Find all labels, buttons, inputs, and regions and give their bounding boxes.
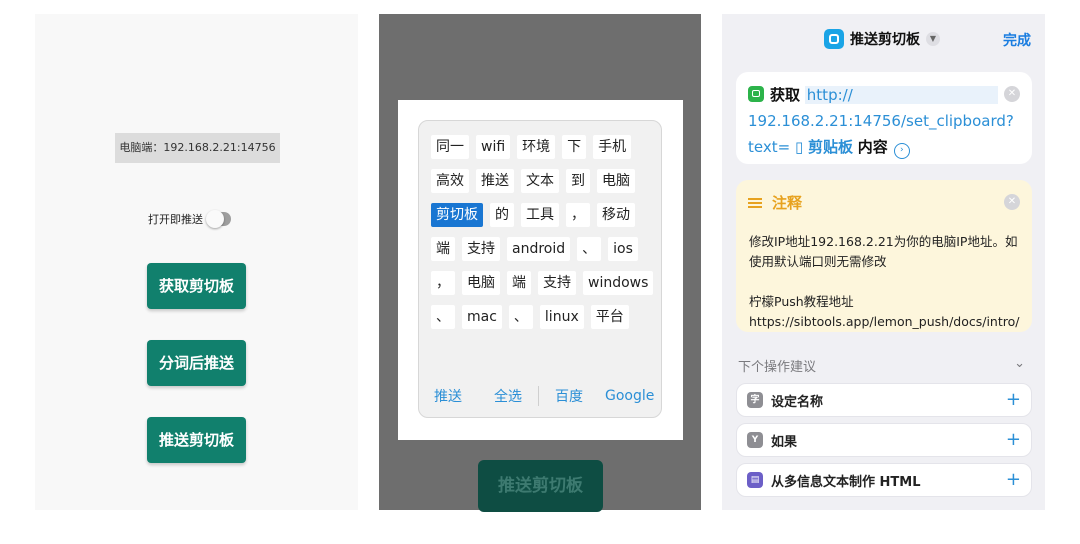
shortcut-title-menu[interactable]: 推送剪切板 ▼ xyxy=(824,28,940,50)
nav-bar: 推送剪切板 ▼ 完成 xyxy=(722,14,1045,62)
add-icon[interactable]: + xyxy=(1006,470,1021,490)
suggestion-label: 设定名称 xyxy=(771,394,824,410)
word-chip[interactable]: ios xyxy=(608,237,638,261)
add-icon[interactable]: + xyxy=(1006,430,1021,450)
comment-body[interactable]: 修改IP地址192.168.2.21为你的电脑IP地址。如使用默认端口则无需修改… xyxy=(749,232,1021,332)
word-chip[interactable]: 同一 xyxy=(431,135,469,159)
word-chip[interactable]: 工具 xyxy=(521,203,559,227)
word-chip[interactable]: wifi xyxy=(476,135,511,159)
baidu-search-action[interactable]: 百度 xyxy=(555,386,583,406)
segment-card: 同一 wifi 环境下手机 高效 推送 文本到电脑 剪切板的工具，移动端支持 android、… xyxy=(418,120,662,418)
push-clipboard-button[interactable]: 推送剪切板 xyxy=(147,417,246,463)
word-chip[interactable]: windows xyxy=(583,271,654,295)
segment-dialog-panel: 推送剪切板 同一 wifi 环境下手机 高效 推送 文本到电脑 剪切板的工具，移动端支持 an… xyxy=(379,14,701,512)
word-chip[interactable]: 下 xyxy=(562,135,587,159)
clipboard-variable-token[interactable]: ▯ 剪贴板 xyxy=(795,138,853,156)
clipboard-token-label: 剪贴板 xyxy=(808,138,854,156)
word-chip[interactable]: 环境 xyxy=(517,135,556,159)
google-search-action[interactable]: Google xyxy=(605,388,654,404)
push-on-open-row: 打开即推送 xyxy=(148,210,231,228)
url-part-3[interactable]: text= xyxy=(748,138,790,156)
word-chip[interactable]: 、 xyxy=(508,305,533,329)
chevron-down-icon: ▼ xyxy=(926,32,940,46)
segment-dialog: 同一 wifi 环境下手机 高效 推送 文本到电脑 剪切板的工具，移动端支持 android、… xyxy=(398,100,683,440)
get-verb: 获取 xyxy=(770,86,801,104)
word-chip[interactable]: 文本 xyxy=(521,169,559,193)
done-button[interactable]: 完成 xyxy=(1003,30,1031,50)
action-divider xyxy=(538,386,539,406)
word-chip[interactable]: 支持 xyxy=(462,237,500,261)
suggestion-label: 如果 xyxy=(771,434,798,450)
word-chip[interactable]: 、 xyxy=(577,237,602,261)
shortcut-editor-panel: 推送剪切板 ▼ 完成 获取 http:// 192.168.2.21:14756… xyxy=(722,14,1045,510)
segment-push-button[interactable]: 分词后推送 xyxy=(147,340,246,386)
word-chip[interactable]: 移动 xyxy=(597,203,635,227)
url-part-2[interactable]: 192.168.2.21:14756/set_clipboard? xyxy=(748,112,1014,130)
push-on-open-switch[interactable] xyxy=(206,210,231,228)
word-chip[interactable]: 电脑 xyxy=(597,169,635,193)
word-chip[interactable]: 的 xyxy=(490,203,514,227)
word-chip[interactable]: 端 xyxy=(507,271,531,295)
push-on-open-label: 打开即推送 xyxy=(148,213,203,226)
add-icon[interactable]: + xyxy=(1006,390,1021,410)
suggestion-make-html[interactable]: ▤ 从多信息文本制作 HTML + xyxy=(736,463,1032,497)
suggestion-set-name[interactable]: 字 设定名称 + xyxy=(736,383,1032,417)
shortcut-title: 推送剪切板 xyxy=(850,32,920,48)
word-chip[interactable]: linux xyxy=(539,305,584,329)
push-clipboard-button-dimmed: 推送剪切板 xyxy=(478,460,603,512)
expand-arrow-icon[interactable]: › xyxy=(893,143,910,159)
suggestions-header: 下个操作建议 xyxy=(738,360,817,375)
word-chip[interactable]: 支持 xyxy=(538,271,576,295)
collapse-chevron-icon[interactable]: ⌄ xyxy=(1014,356,1025,371)
get-contents-icon xyxy=(748,86,764,102)
dialog-action-bar: 推送 全选 百度 Google xyxy=(419,383,661,409)
select-all-action[interactable]: 全选 xyxy=(494,386,522,406)
word-chip[interactable]: ， xyxy=(566,203,590,227)
suggestion-if[interactable]: Y 如果 + xyxy=(736,423,1032,457)
comment-title-row: 注释 xyxy=(748,192,802,213)
ip-address-label: 电脑端：192.168.2.21:14756 xyxy=(115,133,280,163)
get-clipboard-button[interactable]: 获取剪切板 xyxy=(147,263,246,309)
word-chip[interactable]: mac xyxy=(462,305,502,329)
remove-action-icon[interactable]: ✕ xyxy=(1004,86,1020,102)
word-chip[interactable]: 手机 xyxy=(593,135,632,159)
word-chip[interactable]: 端 xyxy=(431,237,455,261)
word-chip[interactable]: 平台 xyxy=(590,305,629,329)
push-action[interactable]: 推送 xyxy=(434,386,462,406)
word-chip[interactable]: 到 xyxy=(566,169,590,193)
word-chip[interactable]: 剪切板 xyxy=(431,203,483,227)
branch-icon: Y xyxy=(747,432,763,448)
suggestion-label: 从多信息文本制作 HTML xyxy=(771,474,921,490)
comment-title: 注释 xyxy=(772,194,803,212)
word-chip[interactable]: 高效 xyxy=(431,169,469,193)
comment-action[interactable]: 注释 ✕ 修改IP地址192.168.2.21为你的电脑IP地址。如使用默认端口… xyxy=(736,180,1032,332)
text-icon: 字 xyxy=(747,392,763,408)
app-panel: 电脑端：192.168.2.21:14756 打开即推送 获取剪切板 分词后推送… xyxy=(35,14,358,510)
shortcut-app-icon xyxy=(824,29,844,49)
get-url-text: 获取 http:// 192.168.2.21:14756/set_clipbo… xyxy=(748,82,1018,160)
url-field[interactable]: http:// xyxy=(804,86,998,104)
word-chip[interactable]: ， xyxy=(431,271,455,295)
get-url-action[interactable]: 获取 http:// 192.168.2.21:14756/set_clipbo… xyxy=(736,72,1032,164)
document-icon: ▤ xyxy=(747,472,763,488)
url-part-1: http:// xyxy=(806,86,853,104)
word-chip-list: 同一 wifi 环境下手机 高效 推送 文本到电脑 剪切板的工具，移动端支持 android、… xyxy=(431,135,657,329)
comment-lines-icon xyxy=(748,197,762,208)
word-chip[interactable]: 推送 xyxy=(476,169,514,193)
remove-comment-icon[interactable]: ✕ xyxy=(1004,194,1020,210)
word-chip[interactable]: 电脑 xyxy=(462,271,500,295)
word-chip[interactable]: 、 xyxy=(431,305,455,329)
word-chip[interactable]: android xyxy=(507,237,571,261)
get-suffix: 内容 xyxy=(857,138,888,156)
